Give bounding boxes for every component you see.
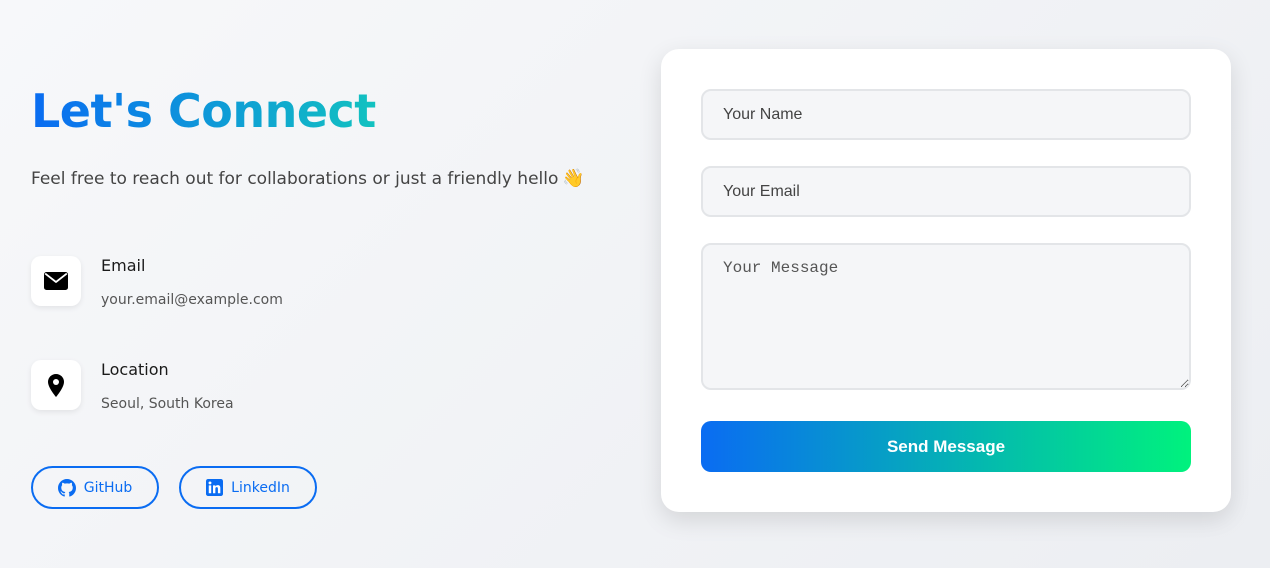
- location-value: Seoul, South Korea: [101, 396, 234, 412]
- email-input[interactable]: [701, 166, 1191, 217]
- location-label: Location: [101, 360, 169, 379]
- github-icon: [57, 478, 76, 497]
- envelope-icon: [31, 256, 81, 306]
- send-message-button[interactable]: Send Message: [701, 421, 1191, 472]
- subtitle-text: Feel free to reach out for collaboration…: [31, 169, 559, 189]
- email-label: Email: [101, 256, 146, 275]
- name-input[interactable]: [701, 89, 1191, 140]
- github-link-button[interactable]: GitHub: [31, 466, 159, 509]
- page-subtitle: Feel free to reach out for collaboration…: [31, 168, 585, 189]
- github-label: GitHub: [83, 479, 133, 496]
- contact-form: Send Message: [661, 49, 1231, 512]
- contact-location-item: Location Seoul, South Korea: [31, 360, 431, 420]
- waving-hand-icon: 👋: [562, 168, 585, 189]
- page-title: Let's Connect: [31, 84, 376, 138]
- contact-email-item: Email your.email@example.com: [31, 256, 431, 316]
- map-pin-icon: [31, 360, 81, 410]
- message-textarea[interactable]: [701, 243, 1191, 390]
- linkedin-label: LinkedIn: [231, 479, 290, 496]
- linkedin-icon: [206, 479, 224, 496]
- linkedin-link-button[interactable]: LinkedIn: [179, 466, 317, 509]
- email-value: your.email@example.com: [101, 292, 283, 308]
- social-links: GitHub LinkedIn: [31, 466, 317, 509]
